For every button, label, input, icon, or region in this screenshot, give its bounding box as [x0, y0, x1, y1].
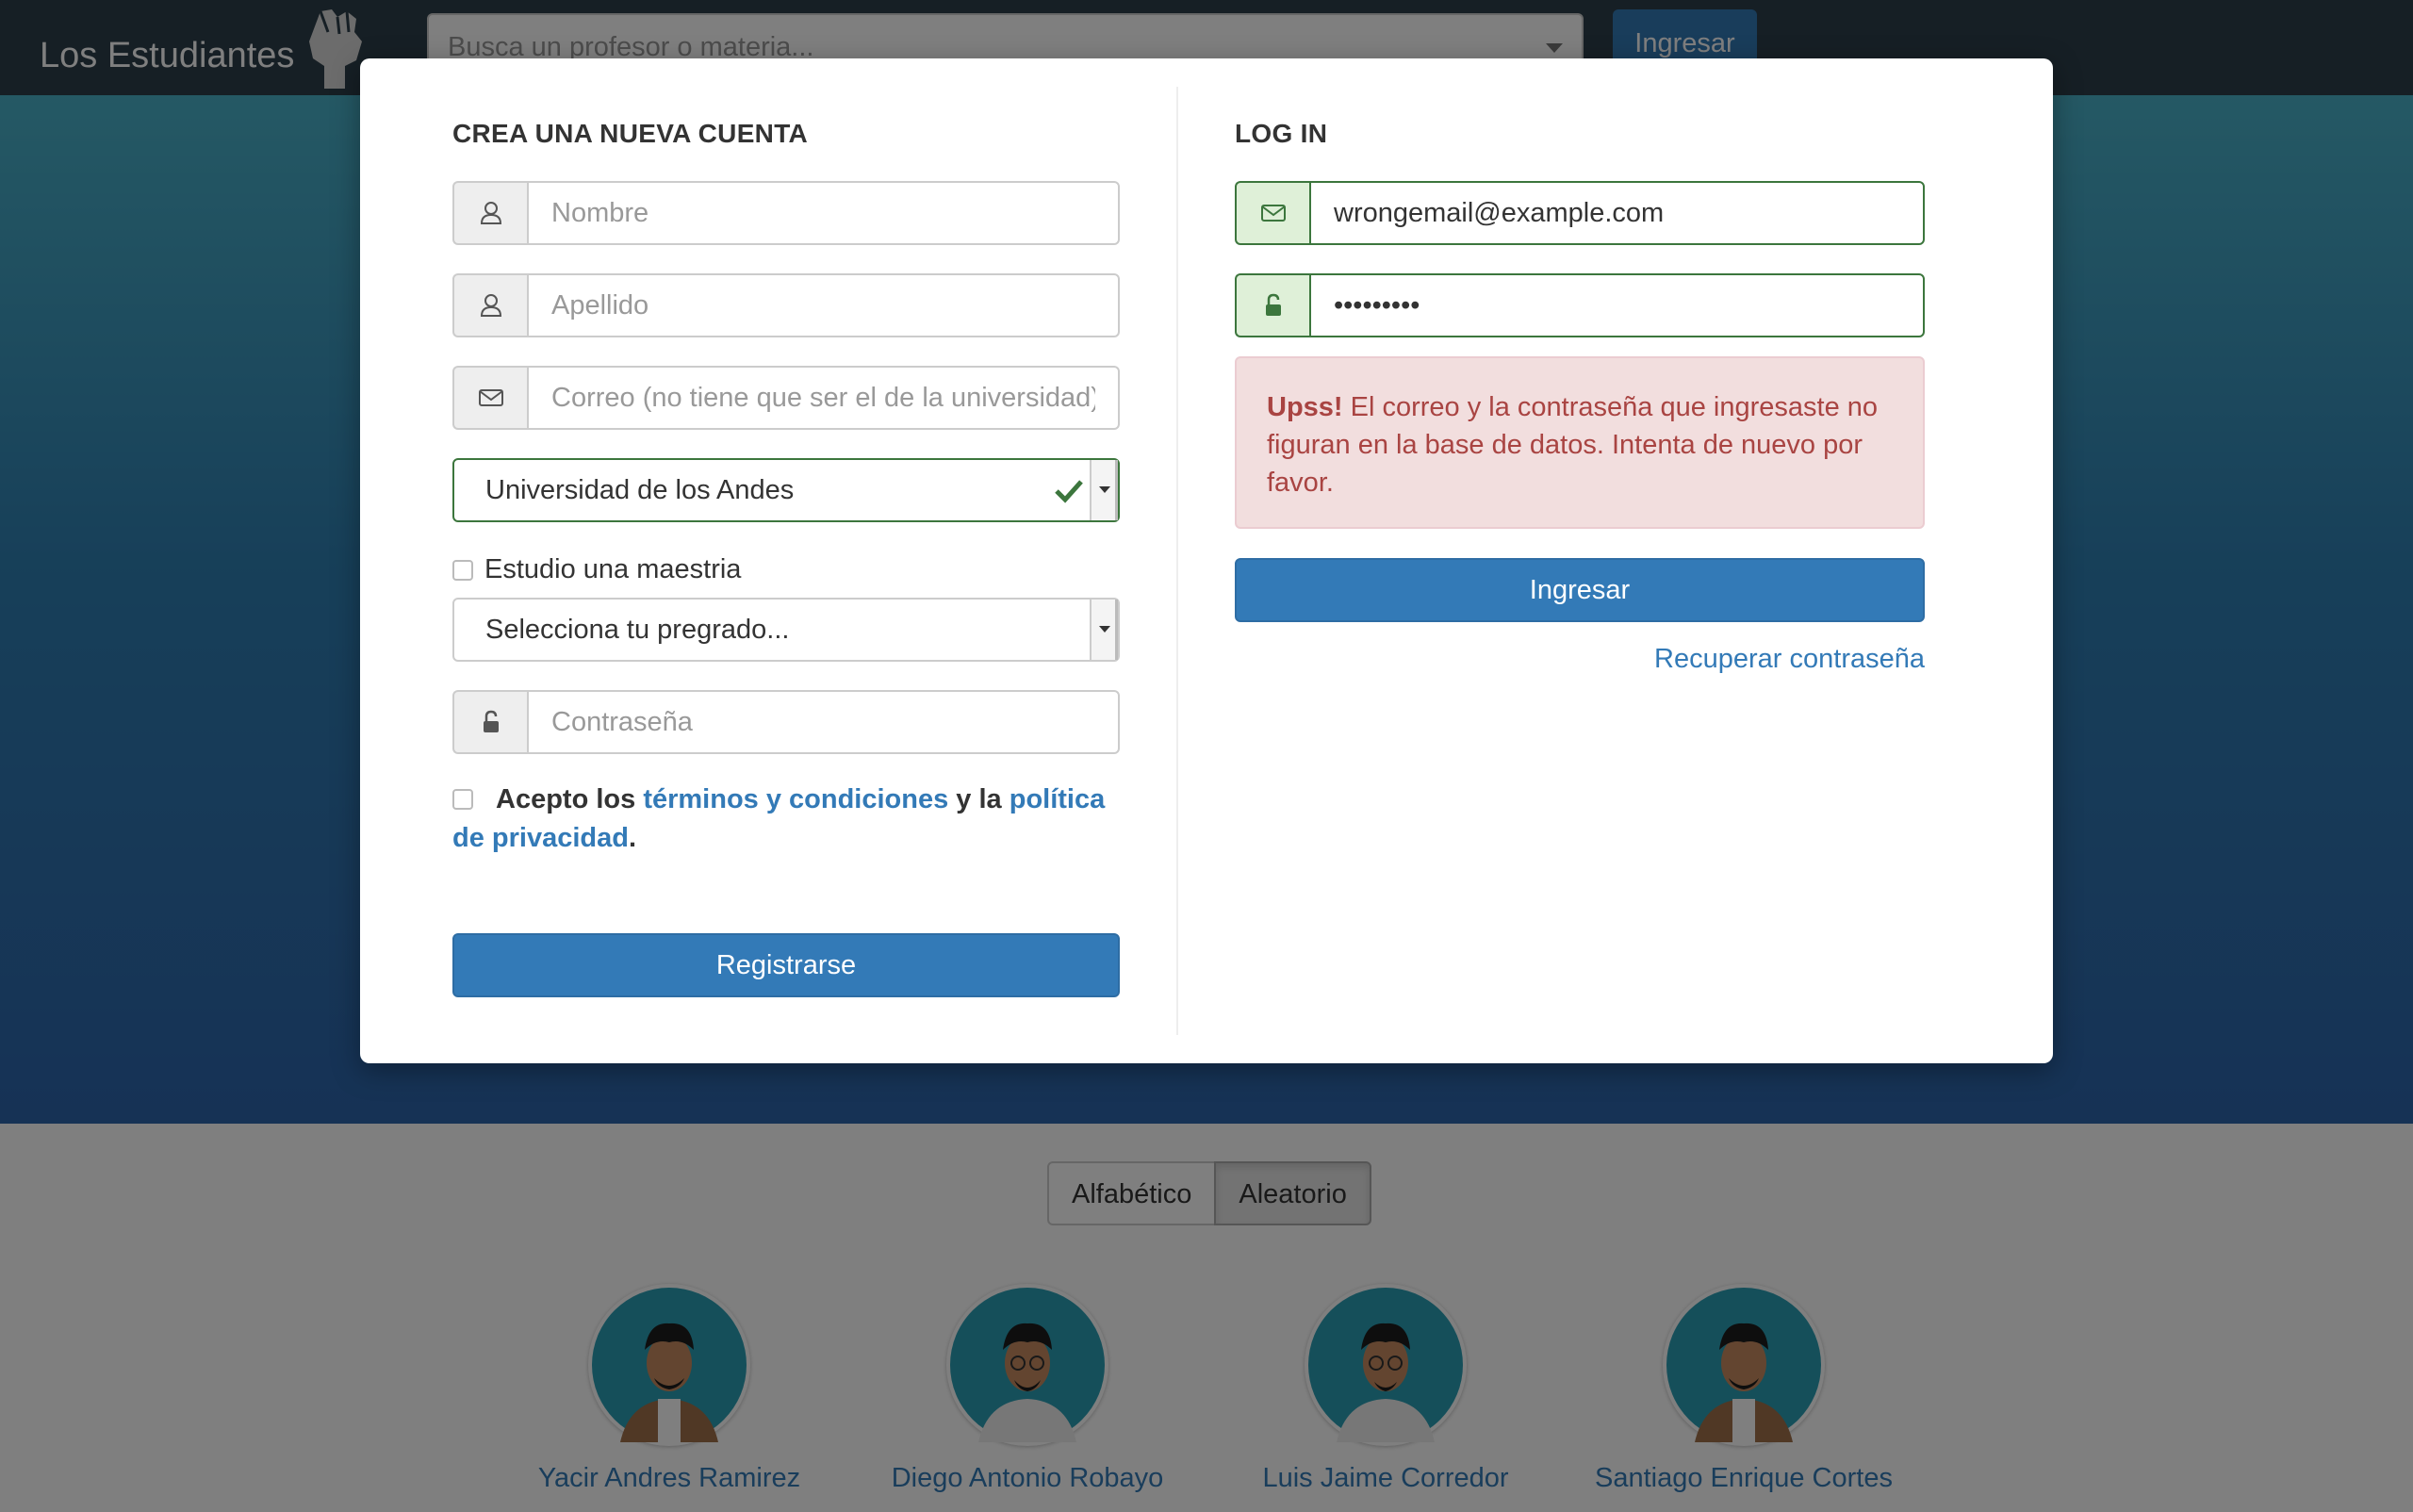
- program-select-value: Selecciona tu pregrado...: [485, 615, 790, 645]
- column-divider: [1176, 87, 1178, 1035]
- register-title: CREA UNA NUEVA CUENTA: [452, 119, 809, 148]
- masters-checkbox-label: Estudio una maestria: [484, 554, 742, 584]
- first-name-input[interactable]: [527, 181, 1120, 245]
- register-email-input[interactable]: [527, 366, 1120, 430]
- user-icon: [452, 181, 527, 245]
- last-name-group: [452, 273, 1120, 337]
- register-button[interactable]: Registrarse: [452, 933, 1120, 997]
- error-message: El correo y la contraseña que ingresaste…: [1267, 392, 1879, 498]
- user-icon: [452, 273, 527, 337]
- first-name-group: [452, 181, 1120, 245]
- auth-modal: CREA UNA NUEVA CUENTA Universidad de los…: [360, 58, 2053, 1063]
- terms-middle: y la: [948, 784, 1010, 814]
- terms-link[interactable]: términos y condiciones: [643, 784, 948, 814]
- lock-icon: [452, 690, 527, 754]
- university-select-value: Universidad de los Andes: [485, 475, 795, 505]
- register-password-input[interactable]: [527, 690, 1120, 754]
- login-error-alert: Upss! El correo y la contraseña que ingr…: [1235, 356, 1925, 529]
- terms-checkbox[interactable]: [452, 789, 473, 810]
- lock-icon: [1235, 273, 1309, 337]
- register-email-group: [452, 366, 1120, 430]
- last-name-input[interactable]: [527, 273, 1120, 337]
- login-email-input[interactable]: [1309, 181, 1925, 245]
- login-title: LOG IN: [1235, 119, 1328, 148]
- terms-prefix: Acepto los: [496, 784, 644, 814]
- masters-checkbox-row[interactable]: Estudio una maestria: [452, 554, 741, 585]
- login-password-input[interactable]: •••••••••: [1309, 273, 1925, 337]
- terms-suffix: .: [628, 823, 637, 853]
- check-icon: [1055, 480, 1083, 503]
- masters-checkbox[interactable]: [452, 559, 473, 581]
- university-select[interactable]: Universidad de los Andes: [452, 458, 1120, 522]
- chevron-down-icon[interactable]: [1090, 600, 1118, 660]
- envelope-icon: [452, 366, 527, 430]
- program-select[interactable]: Selecciona tu pregrado...: [452, 598, 1120, 662]
- error-strong: Upss!: [1267, 392, 1343, 422]
- login-password-group: •••••••••: [1235, 273, 1925, 337]
- login-email-group: [1235, 181, 1925, 245]
- terms-row: Acepto los términos y condiciones y la p…: [452, 781, 1131, 858]
- register-password-group: [452, 690, 1120, 754]
- recover-password-link[interactable]: Recuperar contraseña: [1654, 644, 1925, 675]
- login-button[interactable]: Ingresar: [1235, 558, 1925, 622]
- envelope-icon: [1235, 181, 1309, 245]
- chevron-down-icon[interactable]: [1090, 460, 1118, 520]
